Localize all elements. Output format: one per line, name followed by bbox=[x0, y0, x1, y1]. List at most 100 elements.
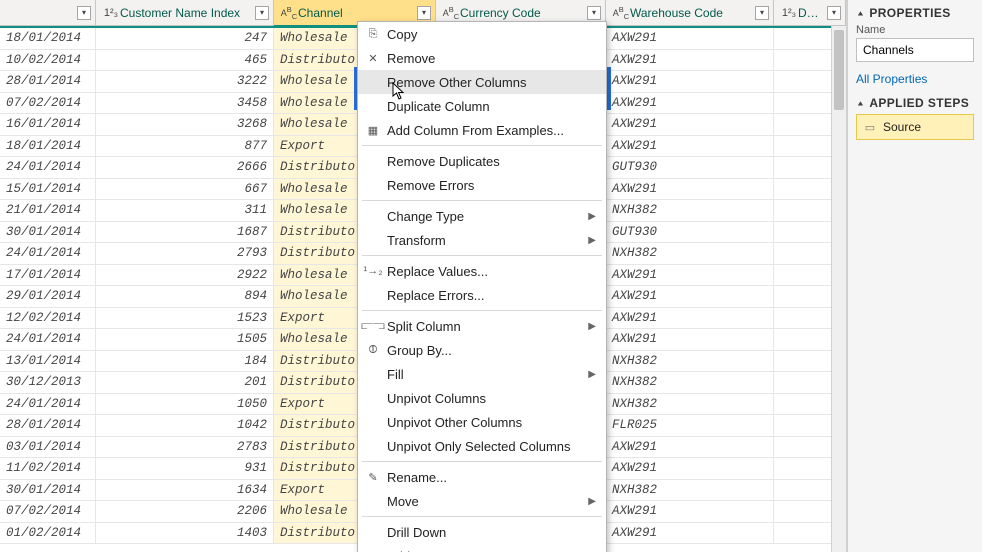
table-cell[interactable]: 11/02/2014 bbox=[0, 458, 96, 479]
table-cell[interactable]: 30/12/2013 bbox=[0, 372, 96, 393]
table-cell[interactable]: 1505 bbox=[96, 329, 274, 350]
table-cell[interactable]: 30/01/2014 bbox=[0, 222, 96, 243]
context-menu-item[interactable]: Change Type▶ bbox=[358, 204, 606, 228]
table-cell[interactable]: AXW291 bbox=[606, 71, 774, 92]
table-cell[interactable]: 247 bbox=[96, 28, 274, 49]
table-cell[interactable]: AXW291 bbox=[606, 93, 774, 114]
column-filter-dropdown[interactable]: ▾ bbox=[255, 6, 269, 20]
table-cell[interactable]: 18/01/2014 bbox=[0, 136, 96, 157]
context-menu-item[interactable]: Fill▶ bbox=[358, 362, 606, 386]
column-header[interactable]: ▾ bbox=[0, 0, 96, 25]
context-menu-item[interactable]: ⦷Group By... bbox=[358, 338, 606, 362]
table-cell[interactable]: 2922 bbox=[96, 265, 274, 286]
table-cell[interactable]: 931 bbox=[96, 458, 274, 479]
context-menu-item[interactable]: ⫍⫎Split Column▶ bbox=[358, 314, 606, 338]
table-cell[interactable]: 1042 bbox=[96, 415, 274, 436]
table-cell[interactable]: 21/01/2014 bbox=[0, 200, 96, 221]
table-cell[interactable]: GUT930 bbox=[606, 222, 774, 243]
all-properties-link[interactable]: All Properties bbox=[856, 72, 974, 86]
table-cell[interactable]: 15/01/2014 bbox=[0, 179, 96, 200]
column-filter-dropdown[interactable]: ▾ bbox=[827, 6, 841, 20]
table-cell[interactable]: AXW291 bbox=[606, 28, 774, 49]
table-cell[interactable]: NXH382 bbox=[606, 351, 774, 372]
column-header[interactable]: ABCWarehouse Code▾ bbox=[606, 0, 774, 25]
table-cell[interactable]: 01/02/2014 bbox=[0, 523, 96, 544]
table-cell[interactable]: 24/01/2014 bbox=[0, 329, 96, 350]
table-cell[interactable]: 2666 bbox=[96, 157, 274, 178]
context-menu-item[interactable]: Transform▶ bbox=[358, 228, 606, 252]
table-cell[interactable]: 465 bbox=[96, 50, 274, 71]
table-cell[interactable]: 894 bbox=[96, 286, 274, 307]
table-cell[interactable]: 2206 bbox=[96, 501, 274, 522]
table-cell[interactable]: NXH382 bbox=[606, 372, 774, 393]
table-cell[interactable]: AXW291 bbox=[606, 329, 774, 350]
table-cell[interactable]: FLR025 bbox=[606, 415, 774, 436]
table-cell[interactable]: 201 bbox=[96, 372, 274, 393]
table-cell[interactable]: AXW291 bbox=[606, 50, 774, 71]
table-cell[interactable]: 184 bbox=[96, 351, 274, 372]
table-cell[interactable]: 07/02/2014 bbox=[0, 93, 96, 114]
table-cell[interactable]: 24/01/2014 bbox=[0, 157, 96, 178]
query-name-input[interactable] bbox=[856, 38, 974, 62]
table-cell[interactable]: 16/01/2014 bbox=[0, 114, 96, 135]
table-cell[interactable]: 877 bbox=[96, 136, 274, 157]
table-cell[interactable]: 1050 bbox=[96, 394, 274, 415]
context-menu-item[interactable]: Unpivot Columns bbox=[358, 386, 606, 410]
context-menu-item[interactable]: ✕Remove bbox=[358, 46, 606, 70]
context-menu-item[interactable]: Unpivot Other Columns bbox=[358, 410, 606, 434]
scrollbar-thumb[interactable] bbox=[834, 30, 844, 110]
table-cell[interactable]: 2793 bbox=[96, 243, 274, 264]
context-menu-item[interactable]: Replace Errors... bbox=[358, 283, 606, 307]
table-cell[interactable]: 03/01/2014 bbox=[0, 437, 96, 458]
table-cell[interactable]: 12/02/2014 bbox=[0, 308, 96, 329]
context-menu-item[interactable]: ⎘Copy bbox=[358, 22, 606, 46]
column-header[interactable]: 1²₃Deliver▾ bbox=[774, 0, 846, 25]
table-cell[interactable]: 3268 bbox=[96, 114, 274, 135]
table-cell[interactable]: 29/01/2014 bbox=[0, 286, 96, 307]
table-cell[interactable]: AXW291 bbox=[606, 136, 774, 157]
table-cell[interactable]: 1687 bbox=[96, 222, 274, 243]
table-cell[interactable]: NXH382 bbox=[606, 480, 774, 501]
table-cell[interactable]: 28/01/2014 bbox=[0, 415, 96, 436]
table-cell[interactable]: 13/01/2014 bbox=[0, 351, 96, 372]
context-menu-item[interactable]: Unpivot Only Selected Columns bbox=[358, 434, 606, 458]
table-cell[interactable]: 17/01/2014 bbox=[0, 265, 96, 286]
table-cell[interactable]: 24/01/2014 bbox=[0, 243, 96, 264]
table-cell[interactable]: 18/01/2014 bbox=[0, 28, 96, 49]
table-cell[interactable]: AXW291 bbox=[606, 114, 774, 135]
table-cell[interactable]: 311 bbox=[96, 200, 274, 221]
table-cell[interactable]: AXW291 bbox=[606, 501, 774, 522]
applied-step[interactable]: ▭Source bbox=[856, 114, 974, 140]
context-menu-item[interactable]: Move▶ bbox=[358, 489, 606, 513]
table-cell[interactable]: AXW291 bbox=[606, 286, 774, 307]
table-cell[interactable]: 1523 bbox=[96, 308, 274, 329]
column-filter-dropdown[interactable]: ▾ bbox=[417, 6, 431, 20]
column-filter-dropdown[interactable]: ▾ bbox=[77, 6, 91, 20]
table-cell[interactable]: AXW291 bbox=[606, 437, 774, 458]
table-cell[interactable]: 30/01/2014 bbox=[0, 480, 96, 501]
table-cell[interactable]: 10/02/2014 bbox=[0, 50, 96, 71]
table-cell[interactable]: NXH382 bbox=[606, 394, 774, 415]
table-cell[interactable]: AXW291 bbox=[606, 265, 774, 286]
table-cell[interactable]: AXW291 bbox=[606, 179, 774, 200]
table-cell[interactable]: AXW291 bbox=[606, 308, 774, 329]
context-menu-item[interactable]: Remove Errors bbox=[358, 173, 606, 197]
table-cell[interactable]: NXH382 bbox=[606, 200, 774, 221]
column-filter-dropdown[interactable]: ▾ bbox=[587, 6, 601, 20]
table-cell[interactable]: 1634 bbox=[96, 480, 274, 501]
context-menu-item[interactable]: ¹→₂Replace Values... bbox=[358, 259, 606, 283]
table-cell[interactable]: 667 bbox=[96, 179, 274, 200]
column-header[interactable]: 1²₃Customer Name Index▾ bbox=[96, 0, 274, 25]
vertical-scrollbar[interactable] bbox=[831, 26, 846, 552]
table-cell[interactable]: 3222 bbox=[96, 71, 274, 92]
table-cell[interactable]: 07/02/2014 bbox=[0, 501, 96, 522]
context-menu-item[interactable]: Add as New Query bbox=[358, 544, 606, 552]
context-menu-item[interactable]: Drill Down bbox=[358, 520, 606, 544]
table-cell[interactable]: 3458 bbox=[96, 93, 274, 114]
context-menu-item[interactable]: Remove Duplicates bbox=[358, 149, 606, 173]
column-filter-dropdown[interactable]: ▾ bbox=[755, 6, 769, 20]
table-cell[interactable]: 24/01/2014 bbox=[0, 394, 96, 415]
table-cell[interactable]: GUT930 bbox=[606, 157, 774, 178]
table-cell[interactable]: 2783 bbox=[96, 437, 274, 458]
table-cell[interactable]: NXH382 bbox=[606, 243, 774, 264]
